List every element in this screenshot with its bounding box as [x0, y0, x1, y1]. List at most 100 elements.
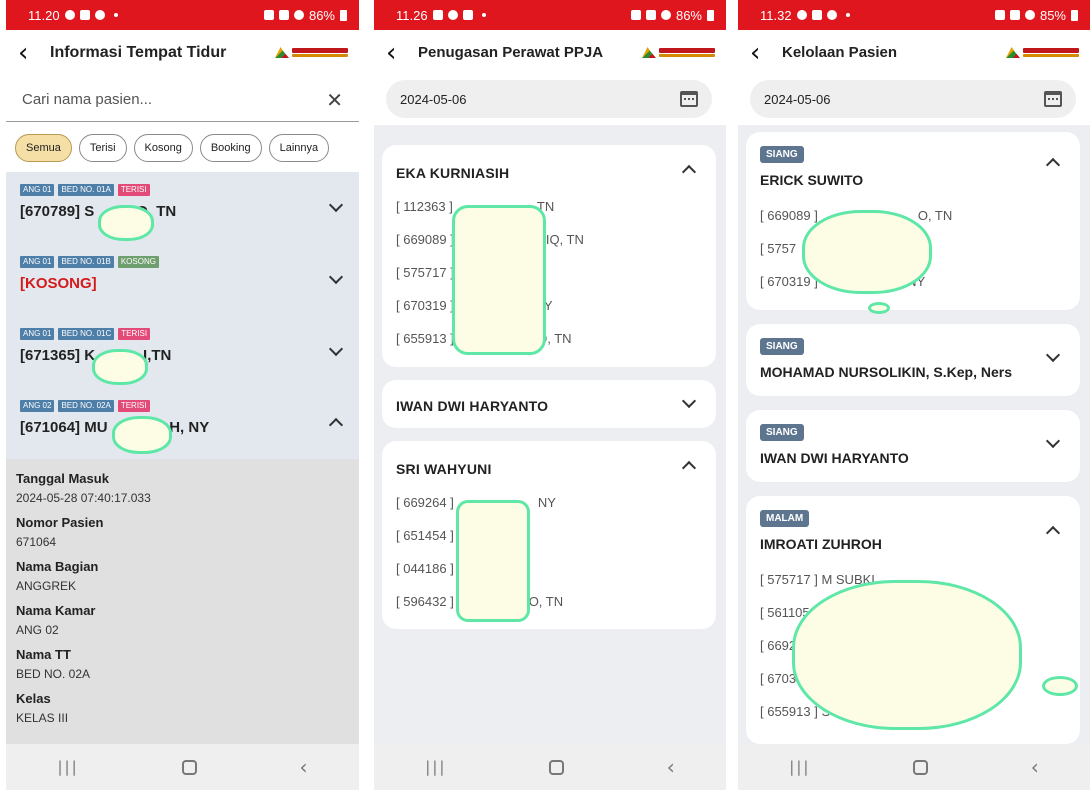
- hospital-logo: [275, 46, 351, 60]
- list-item: [ 651454 ]: [396, 528, 702, 561]
- status-bar: 11.20 86%: [6, 0, 359, 30]
- patient-id: [ 669089 ]: [396, 232, 454, 247]
- notification-dot-icon: [113, 13, 118, 17]
- bed-item[interactable]: ANG 01 BED NO. 01C TERISI [671365] K I,TN: [6, 316, 359, 388]
- hospital-logo: [642, 46, 718, 60]
- list-item: [ 575717 ]: [396, 265, 702, 298]
- date-picker-field[interactable]: 2024-05-06: [386, 80, 712, 118]
- redaction-blob: [112, 416, 172, 454]
- status-battery: 86%: [675, 7, 702, 23]
- detail-label: Nomor Pasien: [16, 515, 104, 530]
- mute-icon: [645, 10, 656, 20]
- screen-patient-management: 11.32 85% ‹ Kelolaan Pasien 2024-05-06 S…: [738, 0, 1090, 790]
- status-time: 11.26: [396, 7, 428, 23]
- alarm-icon: [994, 10, 1005, 20]
- android-nav-bar: ||| ‹: [374, 744, 726, 790]
- shift-badge: SIANG: [760, 338, 804, 355]
- patient-id: [ 670319 ]: [396, 298, 454, 313]
- bed-item[interactable]: ANG 01 BED NO. 01A TERISI [670789] S O, TN: [6, 172, 359, 244]
- status-bar: 11.32 85%: [738, 0, 1090, 30]
- back-nav-icon[interactable]: ‹: [667, 755, 675, 779]
- shift-badge: SIANG: [760, 146, 804, 163]
- arrow-left-icon[interactable]: ‹: [750, 40, 776, 66]
- bed-item[interactable]: ANG 01 BED NO. 01B KOSONG [KOSONG]: [6, 244, 359, 316]
- chevron-down-icon[interactable]: [1045, 433, 1061, 449]
- bed-patient-id: [671064] MU: [20, 419, 108, 436]
- back-nav-icon[interactable]: ‹: [300, 755, 308, 779]
- shift-badge: SIANG: [760, 424, 804, 441]
- app-bar: ‹ Penugasan Perawat PPJA: [374, 30, 726, 75]
- gallery-icon: [79, 10, 90, 20]
- recent-apps-icon[interactable]: |||: [789, 758, 810, 776]
- search-input[interactable]: [22, 91, 327, 108]
- filter-chip-lainnya[interactable]: Lainnya: [268, 134, 330, 162]
- android-nav-bar: ||| ‹: [6, 744, 359, 790]
- detail-label: Nama TT: [16, 647, 71, 662]
- notification-dot-icon: [481, 13, 486, 17]
- arrow-left-icon[interactable]: ‹: [18, 40, 44, 66]
- patient-id: [ 651454 ]: [396, 528, 454, 543]
- home-icon[interactable]: [181, 759, 197, 775]
- list-item: [ 669089 ] IQ, TN: [396, 232, 702, 265]
- redaction-blob: [452, 205, 546, 355]
- nurse-name: IWAN DWI HARYANTO: [760, 450, 909, 466]
- patient-id: [ 5757: [760, 241, 797, 256]
- date-value: 2024-05-06: [400, 91, 467, 107]
- detail-label: Nama Kamar: [16, 603, 96, 618]
- gallery-icon: [432, 10, 443, 20]
- recent-apps-icon[interactable]: |||: [425, 758, 446, 776]
- patient-id: [ 655913 ]: [396, 331, 454, 346]
- app-bar: ‹ Informasi Tempat Tidur: [6, 30, 359, 75]
- battery-icon: [707, 9, 714, 21]
- calendar-icon[interactable]: [680, 91, 698, 107]
- bed-detail-panel: Tanggal Masuk 2024-05-28 07:40:17.033 Nom…: [6, 459, 359, 748]
- status-badge: KOSONG: [117, 256, 159, 268]
- nurse-card[interactable]: IWAN DWI HARYANTO: [382, 380, 716, 428]
- bed-patient-name: [KOSONG]: [20, 275, 97, 292]
- nurse-card[interactable]: SIANG MOHAMAD NURSOLIKIN, S.Kep, Ners: [746, 324, 1080, 396]
- detail-value: KELAS III: [16, 711, 69, 725]
- nurse-card[interactable]: EKA KURNIASIH [ 112363 ] TN [ 669089 ] IQ,…: [382, 145, 716, 367]
- hospital-logo: [1006, 46, 1082, 60]
- bed-item[interactable]: ANG 02 BED NO. 02A TERISI [671064] MU OH, N…: [6, 388, 359, 460]
- bed-tag: BED NO. 01B: [58, 256, 114, 268]
- detail-value: 671064: [16, 535, 57, 549]
- status-battery: 86%: [308, 7, 335, 23]
- detail-value: ANG 02: [16, 623, 59, 637]
- nurse-card[interactable]: SRI WAHYUNI [ 669264 ] NY [ 651454 ] [ 04…: [382, 441, 716, 629]
- filter-chip-semua[interactable]: Semua: [15, 134, 72, 162]
- filter-chip-booking[interactable]: Booking: [199, 134, 262, 162]
- detail-label: Tanggal Masuk: [16, 471, 109, 486]
- back-nav-icon[interactable]: ‹: [1031, 755, 1039, 779]
- detail-value: 2024-05-28 07:40:17.033: [16, 491, 151, 505]
- patient-name-tail: NY: [537, 495, 556, 510]
- list-item: [ 112363 ] TN: [396, 199, 702, 232]
- close-icon[interactable]: ✕: [326, 88, 343, 112]
- chat-icon: [94, 10, 105, 20]
- chat-icon: [826, 10, 837, 20]
- bed-tag: BED NO. 01A: [58, 184, 114, 196]
- room-tag: ANG 01: [20, 328, 55, 340]
- patient-name-tail: O, TN: [917, 208, 953, 223]
- chevron-down-icon[interactable]: [1045, 347, 1061, 363]
- bed-tag: BED NO. 01C: [58, 328, 115, 340]
- arrow-left-icon[interactable]: ‹: [386, 40, 412, 66]
- bed-patient-id: [670789] S: [20, 203, 95, 220]
- bed-tag: BED NO. 02A: [58, 400, 114, 412]
- list-item: [ 596432 ] RTO, TN: [396, 594, 702, 627]
- filter-chip-terisi[interactable]: Terisi: [78, 134, 127, 162]
- list-item: [ 655913 ] D, TN: [396, 331, 702, 364]
- home-icon[interactable]: [549, 759, 565, 775]
- redaction-blob: [1042, 676, 1078, 696]
- wifi-icon: [293, 10, 304, 20]
- date-picker-field[interactable]: 2024-05-06: [750, 80, 1076, 118]
- calendar-icon[interactable]: [1044, 91, 1062, 107]
- nurse-card[interactable]: SIANG IWAN DWI HARYANTO: [746, 410, 1080, 482]
- bed-list: ANG 01 BED NO. 01A TERISI [670789] S O, TN …: [6, 172, 359, 459]
- status-badge: TERISI: [117, 184, 150, 196]
- filter-chip-kosong[interactable]: Kosong: [133, 134, 193, 162]
- room-tag: ANG 01: [20, 256, 55, 268]
- home-icon[interactable]: [913, 759, 929, 775]
- recent-apps-icon[interactable]: |||: [57, 758, 78, 776]
- chevron-up-icon[interactable]: [1045, 157, 1061, 173]
